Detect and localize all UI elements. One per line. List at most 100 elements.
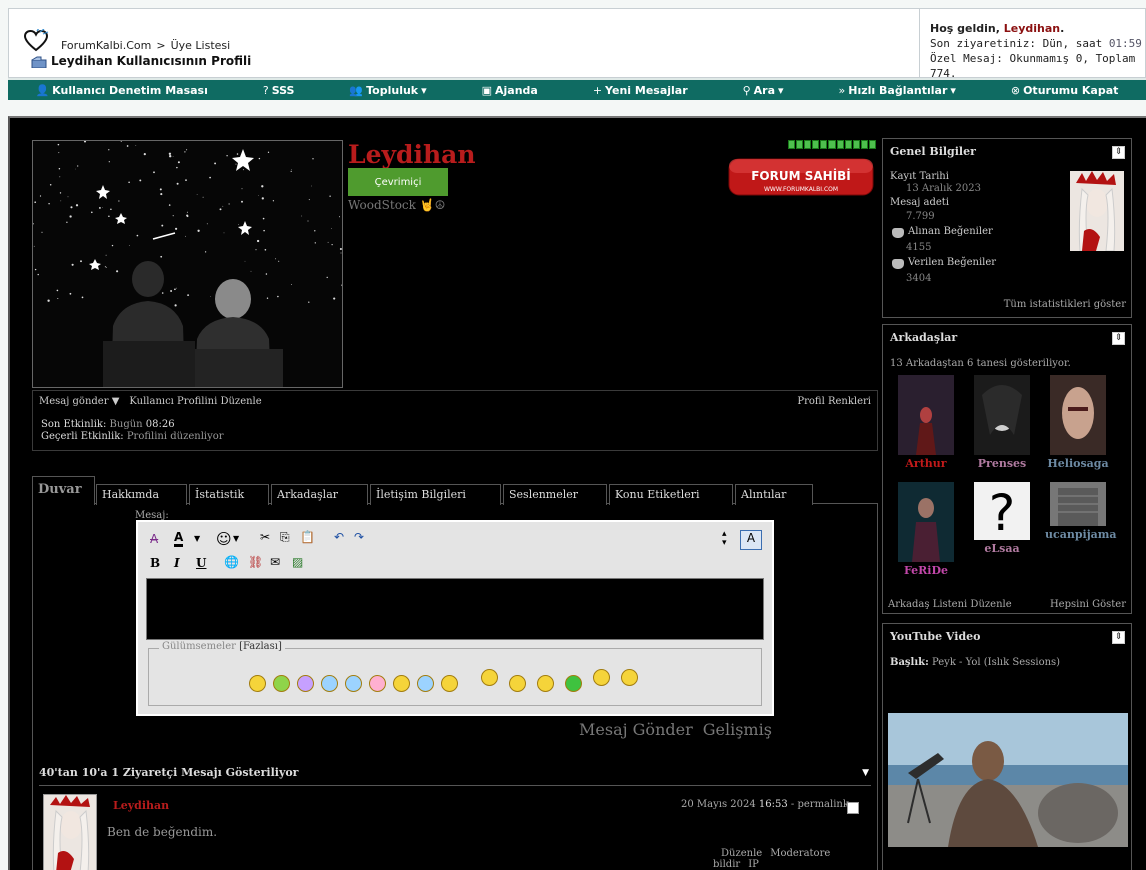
nav-item-community[interactable]: 👥 Topluluk ▾	[349, 84, 426, 97]
smiley-icon[interactable]	[417, 675, 434, 692]
edit-message-link[interactable]: Düzenle	[721, 848, 762, 859]
nav-item-logout[interactable]: ⊗ Oturumu Kapat	[1011, 84, 1119, 97]
bold-icon[interactable]: B	[150, 556, 160, 570]
message-select-checkbox[interactable]	[847, 802, 859, 814]
ip-link[interactable]: IP	[748, 859, 759, 870]
friend-item[interactable]: FeRiDe	[893, 482, 959, 577]
smiley-icon[interactable]	[441, 675, 458, 692]
edit-friends-link[interactable]: Arkadaş Listeni Düzenle	[888, 599, 1012, 610]
friend-name-link[interactable]: ucanpijama	[1045, 528, 1117, 541]
switch-mode-icon[interactable]: A	[740, 530, 762, 550]
friend-avatar[interactable]	[1050, 375, 1106, 455]
tab-duvar[interactable]: Duvar	[32, 476, 95, 505]
nav-item-user[interactable]: 👤 Kullanıcı Denetim Masası	[35, 84, 207, 97]
submit-message-button[interactable]: Mesaj Gönder	[579, 720, 693, 739]
collapse-toggle-icon[interactable]: ⇕	[1112, 146, 1125, 159]
collapse-arrow-icon[interactable]: ▼	[862, 768, 869, 778]
current-activity-label: Geçerli Etkinlik:	[41, 431, 124, 442]
friend-item[interactable]: ? eLsaa	[969, 482, 1035, 555]
chevron-down-icon[interactable]: ▼	[233, 534, 239, 543]
insert-link-icon[interactable]: 🌐	[224, 555, 239, 569]
insert-email-icon[interactable]: ✉	[270, 555, 280, 569]
permalink-link[interactable]: - permalink	[791, 799, 849, 810]
smiley-icon[interactable]	[321, 675, 338, 692]
welcome-username-link[interactable]: Leydihan	[1004, 22, 1060, 35]
main-navbar: 👤 Kullanıcı Denetim Masası ? SSS 👥 Topluluk ▾ ▣…	[8, 78, 1146, 100]
profile-main: Leydihan Çevrimiçi WoodStock 🤘☮ FORUM SA…	[8, 116, 1146, 870]
collapse-toggle-icon[interactable]: ⇕	[1112, 332, 1125, 345]
friend-avatar[interactable]	[1050, 482, 1106, 526]
edit-profile-link[interactable]: Kullanıcı Profilini Düzenle	[129, 396, 261, 407]
welcome-suffix: .	[1060, 22, 1065, 35]
profile-colors-link[interactable]: Profil Renkleri	[797, 396, 871, 407]
smiley-icon[interactable]	[481, 669, 498, 686]
cut-icon[interactable]: ✂	[260, 530, 270, 544]
chevron-down-icon[interactable]: ▼	[194, 534, 200, 543]
smiley-icon[interactable]	[537, 675, 554, 692]
nav-item-calendar[interactable]: ▣ Ajanda	[482, 84, 538, 97]
friend-name-link[interactable]: eLsaa	[969, 542, 1035, 555]
italic-icon[interactable]: I	[174, 556, 180, 570]
smiley-icon[interactable]	[297, 675, 314, 692]
friend-name-link[interactable]: Prenses	[969, 457, 1035, 470]
show-all-friends-link[interactable]: Hepsini Göster	[1050, 599, 1126, 610]
smilies-more-link[interactable]: [Fazlası]	[239, 641, 282, 652]
smiley-icon[interactable]	[393, 675, 410, 692]
all-stats-link[interactable]: Tüm istatistikleri göster	[1004, 299, 1126, 310]
friend-avatar[interactable]: ?	[974, 482, 1030, 540]
private-messages-link[interactable]: Özel Mesaj: Okunmamış 0, Toplam 774.	[930, 51, 1146, 81]
nav-item-label: Kullanıcı Denetim Masası	[52, 83, 208, 97]
remove-format-icon[interactable]: A	[150, 532, 158, 546]
smiley-icon[interactable]	[593, 669, 610, 686]
font-color-icon[interactable]: A	[174, 530, 184, 547]
smiley-icon[interactable]	[621, 669, 638, 686]
redo-icon[interactable]: ↷	[354, 530, 364, 544]
nav-item-question[interactable]: ? SSS	[263, 84, 295, 97]
send-message-menu[interactable]: Mesaj gönder ▼	[39, 396, 119, 407]
advanced-editor-button[interactable]: Gelişmiş	[703, 720, 772, 739]
tab-istatistik[interactable]: İstatistik	[189, 484, 269, 505]
resize-icon[interactable]: ▴ ▾	[722, 530, 727, 548]
friend-name-link[interactable]: Arthur	[893, 457, 959, 470]
tab-arkadaslar[interactable]: Arkadaşlar	[271, 484, 368, 505]
smiley-picker-icon[interactable]: ☺	[216, 530, 232, 548]
friend-name-link[interactable]: Heliosaga	[1045, 457, 1111, 470]
nav-item-search[interactable]: ⚲ Ara ▾	[743, 84, 784, 97]
breadcrumb-site-link[interactable]: ForumKalbi.Com	[61, 39, 151, 52]
friend-avatar[interactable]	[898, 375, 954, 455]
heart-logo-icon[interactable]	[23, 29, 49, 53]
smiley-icon[interactable]	[565, 675, 582, 692]
smiley-icon[interactable]	[273, 675, 290, 692]
smiley-icon[interactable]	[345, 675, 362, 692]
friend-avatar[interactable]	[974, 375, 1030, 455]
nav-item-plus[interactable]: + Yeni Mesajlar	[593, 84, 688, 97]
tab-hakkimda[interactable]: Hakkımda	[96, 484, 187, 505]
online-status-badge: Çevrimiçi	[348, 168, 448, 196]
collapse-toggle-icon[interactable]: ⇕	[1112, 631, 1125, 644]
tab-iletisim[interactable]: İletişim Bilgileri	[370, 484, 501, 505]
tab-alintilar[interactable]: Alıntılar	[735, 484, 813, 505]
nav-item-fast-forward[interactable]: » Hızlı Bağlantılar ▾	[839, 84, 956, 97]
smiley-icon[interactable]	[249, 675, 266, 692]
underline-icon[interactable]: U	[196, 556, 206, 570]
message-textarea[interactable]	[146, 578, 764, 640]
tab-konu-etiketleri[interactable]: Konu Etiketleri	[609, 484, 733, 505]
undo-icon[interactable]: ↶	[334, 530, 344, 544]
smiley-icon[interactable]	[509, 675, 526, 692]
message-avatar[interactable]	[43, 794, 97, 870]
message-author-link[interactable]: Leydihan	[113, 799, 169, 812]
smiley-icon[interactable]	[369, 675, 386, 692]
copy-icon[interactable]: ⎘	[280, 530, 290, 545]
youtube-video-player[interactable]	[888, 713, 1128, 847]
friend-item[interactable]: Prenses	[969, 375, 1035, 470]
tab-seslenmeler[interactable]: Seslenmeler	[503, 484, 607, 505]
unlink-icon[interactable]: ⛓	[248, 555, 263, 569]
friend-avatar[interactable]	[898, 482, 954, 562]
breadcrumb-member-list-link[interactable]: Üye Listesi	[171, 39, 231, 52]
friend-item[interactable]: Heliosaga	[1045, 375, 1111, 470]
friend-name-link[interactable]: FeRiDe	[893, 564, 959, 577]
friend-item[interactable]: ucanpijama	[1045, 482, 1117, 541]
paste-icon[interactable]: 📋	[300, 530, 315, 544]
friend-item[interactable]: Arthur	[893, 375, 959, 470]
insert-image-icon[interactable]: ▨	[292, 555, 303, 569]
